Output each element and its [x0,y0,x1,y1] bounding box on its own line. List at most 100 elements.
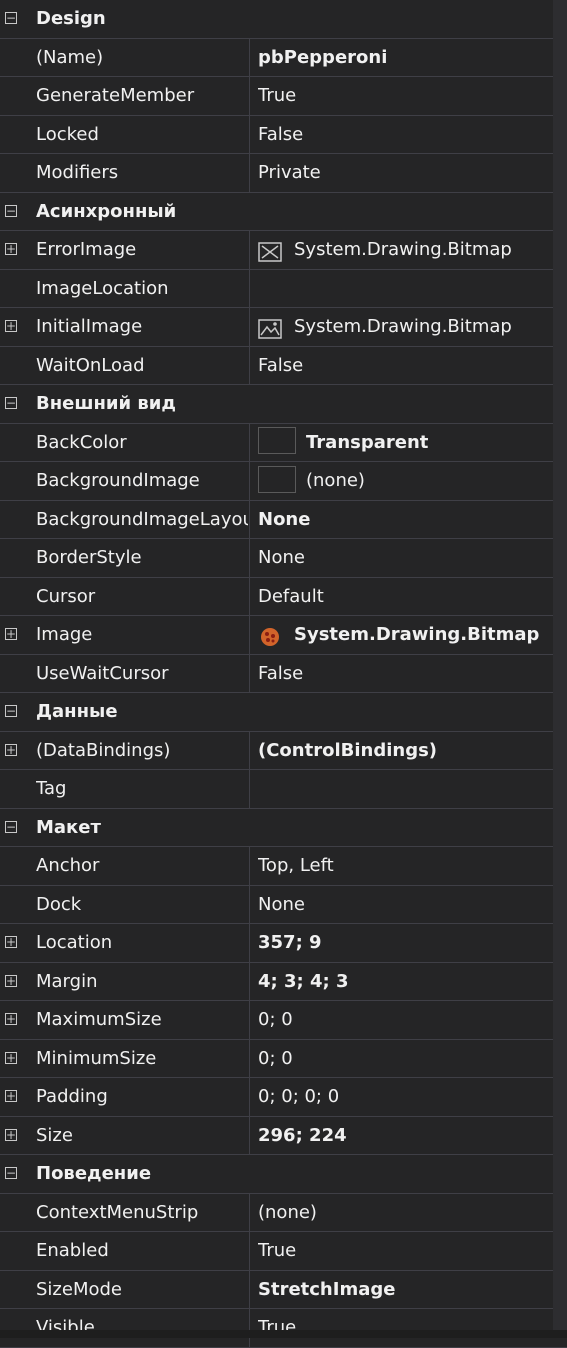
expand-icon[interactable]: + [5,320,17,332]
expand-icon[interactable]: + [5,1090,17,1102]
column-divider[interactable] [249,1232,250,1270]
property-value[interactable]: 0; 0 [258,1001,559,1039]
property-row-databindings[interactable]: + (DataBindings) (ControlBindings) [0,731,567,770]
property-row-errorimage[interactable]: + ErrorImage System.Drawing.Bitmap [0,231,567,270]
collapse-icon[interactable]: − [5,705,17,717]
property-row-margin[interactable]: + Margin 4; 3; 4; 3 [0,962,567,1001]
property-row-waitonload[interactable]: WaitOnLoad False [0,346,567,385]
expand-icon[interactable]: + [5,1051,17,1064]
expand-icon[interactable]: + [5,243,17,255]
expand-icon[interactable]: + [5,974,17,987]
property-row-backcolor[interactable]: BackColor Transparent [0,423,567,462]
category-данные[interactable]: − Данные [0,693,567,732]
column-divider[interactable] [249,616,250,654]
collapse-icon[interactable]: − [5,12,17,24]
column-divider[interactable] [249,1039,250,1077]
property-value[interactable]: System.Drawing.Bitmap [258,616,559,654]
expand-icon[interactable]: + [5,743,17,756]
property-row-name[interactable]: (Name) pbPepperoni [0,38,567,77]
property-value[interactable]: True [258,1232,559,1270]
column-divider[interactable] [249,539,250,577]
property-value[interactable]: 0; 0; 0; 0 [258,1078,559,1116]
property-row-modifiers[interactable]: Modifiers Private [0,154,567,193]
property-value[interactable]: Private [258,154,559,192]
property-row-anchor[interactable]: Anchor Top, Left [0,847,567,886]
column-divider[interactable] [249,577,250,615]
property-value[interactable]: True [258,77,559,115]
property-value[interactable]: True [258,1309,559,1347]
column-divider[interactable] [249,962,250,1000]
property-row-borderstyle[interactable]: BorderStyle None [0,539,567,578]
collapse-icon[interactable]: − [5,1167,17,1179]
property-row-backgroundimage[interactable]: BackgroundImage (none) [0,462,567,501]
property-row-tag[interactable]: Tag [0,770,567,809]
property-value[interactable]: Default [258,578,559,616]
column-divider[interactable] [249,1001,250,1039]
property-row-visible[interactable]: Visible True [0,1309,567,1348]
expand-icon[interactable]: + [5,628,17,640]
property-row-maximumsize[interactable]: + MaximumSize 0; 0 [0,1001,567,1040]
column-divider[interactable] [249,1116,250,1154]
column-divider[interactable] [249,924,250,962]
property-value[interactable]: System.Drawing.Bitmap [258,231,559,269]
category-поведение[interactable]: − Поведение [0,1155,567,1194]
collapse-icon[interactable]: − [5,397,17,409]
property-row-image[interactable]: + Image System.Drawing.Bitmap [0,616,567,655]
column-divider[interactable] [249,1309,250,1347]
property-row-initialimage[interactable]: + InitialImage System.Drawing.Bitmap [0,308,567,347]
column-divider[interactable] [249,231,250,269]
property-row-sizemode[interactable]: SizeMode StretchImage [0,1270,567,1309]
property-row-contextmenustrip[interactable]: ContextMenuStrip (none) [0,1193,567,1232]
column-divider[interactable] [249,154,250,192]
property-value[interactable]: 357; 9 [258,924,559,962]
property-row-padding[interactable]: + Padding 0; 0; 0; 0 [0,1078,567,1117]
property-value[interactable]: pbPepperoni [258,39,559,77]
collapse-icon[interactable]: − [5,820,17,833]
column-divider[interactable] [249,38,250,76]
property-value[interactable]: (ControlBindings) [258,732,559,770]
category-асинхронный[interactable]: − Асинхронный [0,192,567,231]
property-row-size[interactable]: + Size 296; 224 [0,1116,567,1155]
expand-icon[interactable]: + [5,936,17,948]
property-row-dock[interactable]: Dock None [0,885,567,924]
property-value[interactable]: False [258,347,559,385]
column-divider[interactable] [249,462,250,500]
column-divider[interactable] [249,423,250,461]
vertical-scrollbar[interactable] [553,0,567,1338]
column-divider[interactable] [249,500,250,538]
property-value[interactable]: None [258,501,559,539]
property-row-generatemember[interactable]: GenerateMember True [0,77,567,116]
property-row-locked[interactable]: Locked False [0,115,567,154]
property-value[interactable]: Top, Left [258,847,559,885]
column-divider[interactable] [249,847,250,885]
property-value[interactable]: None [258,886,559,924]
property-value[interactable]: False [258,655,559,693]
category-макет[interactable]: − Макет [0,808,567,847]
property-value[interactable]: 0; 0 [258,1040,559,1078]
column-divider[interactable] [249,885,250,923]
category-внешний-вид[interactable]: − Внешний вид [0,385,567,424]
property-row-cursor[interactable]: Cursor Default [0,577,567,616]
expand-icon[interactable]: + [5,1013,17,1025]
property-value[interactable]: 4; 3; 4; 3 [258,963,559,1001]
column-divider[interactable] [249,115,250,153]
property-row-imagelocation[interactable]: ImageLocation [0,269,567,308]
property-value[interactable]: System.Drawing.Bitmap [258,308,559,346]
column-divider[interactable] [249,1078,250,1116]
column-divider[interactable] [249,269,250,307]
property-row-minimumsize[interactable]: + MinimumSize 0; 0 [0,1039,567,1078]
property-row-location[interactable]: + Location 357; 9 [0,924,567,963]
property-value[interactable]: None [258,539,559,577]
property-row-enabled[interactable]: Enabled True [0,1232,567,1271]
column-divider[interactable] [249,770,250,808]
column-divider[interactable] [249,1270,250,1308]
collapse-icon[interactable]: − [5,204,17,217]
property-value[interactable]: (none) [258,1194,559,1232]
property-value[interactable]: Transparent [258,424,559,462]
expand-icon[interactable]: + [5,1128,17,1141]
category-design[interactable]: − Design [0,0,567,39]
property-row-usewaitcursor[interactable]: UseWaitCursor False [0,654,567,693]
column-divider[interactable] [249,1193,250,1231]
property-value[interactable]: (none) [258,462,559,500]
property-value[interactable]: StretchImage [258,1271,559,1309]
